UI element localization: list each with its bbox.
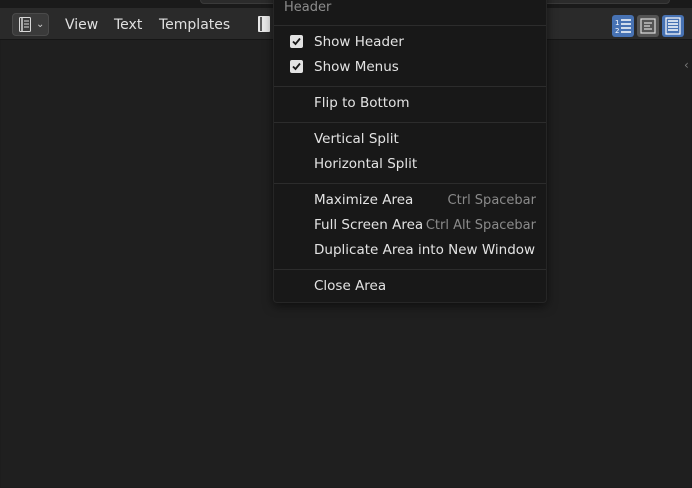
menu-item-label: Vertical Split [314,131,399,147]
menu-separator [274,86,546,87]
menu-item-label: Maximize Area [314,192,414,208]
menu-item-shortcut: Ctrl Spacebar [447,192,536,208]
menu-item-label: Horizontal Split [314,156,418,172]
menu-item-label: Flip to Bottom [314,95,410,111]
checkbox-checked-icon [290,60,303,73]
menu-item-maximize-area[interactable]: Maximize Area Ctrl Spacebar [274,188,546,212]
menu-item-horizontal-split[interactable]: Horizontal Split [274,152,546,176]
menu-separator [274,183,546,184]
menu-text[interactable]: Text [114,16,142,36]
text-editor-icon [19,17,31,32]
sidebar-toggle-icon[interactable]: ‹ [684,58,692,76]
syntax-highlight-toggle-icon[interactable] [662,15,684,37]
header-view-toggles: 1 2 [612,15,684,37]
menu-item-show-header[interactable]: Show Header [274,30,546,54]
menu-item-close-area[interactable]: Close Area [274,274,546,298]
editor-type-button[interactable]: ⌄ [12,13,49,36]
word-wrap-toggle-icon[interactable] [637,15,659,37]
svg-text:1: 1 [615,19,619,27]
header-context-menu: Header Show Header Show Menus Flip to Bo… [273,0,547,303]
menu-templates[interactable]: Templates [159,16,230,36]
menu-view[interactable]: View [65,16,98,36]
line-numbers-toggle-icon[interactable]: 1 2 [612,15,634,37]
chevron-down-icon: ⌄ [36,19,45,30]
menu-item-label: Close Area [314,278,387,294]
menu-item-label: Show Menus [314,59,399,75]
checkbox-checked-icon [290,35,303,48]
menu-title: Header [284,0,332,15]
menu-item-label: Full Screen Area [314,217,424,233]
menu-item-label: Duplicate Area into New Window [314,242,536,258]
menu-item-full-screen-area[interactable]: Full Screen Area Ctrl Alt Spacebar [274,213,546,237]
menu-separator [274,122,546,123]
menu-item-flip-to-bottom[interactable]: Flip to Bottom [274,91,546,115]
menu-separator [274,269,546,270]
menu-item-duplicate-area[interactable]: Duplicate Area into New Window [274,238,546,262]
svg-text:2: 2 [615,27,619,35]
menu-item-shortcut: Ctrl Alt Spacebar [425,217,536,233]
menu-item-show-menus[interactable]: Show Menus [274,55,546,79]
menu-item-vertical-split[interactable]: Vertical Split [274,127,546,151]
menu-item-label: Show Header [314,34,404,50]
menu-separator [274,25,546,26]
